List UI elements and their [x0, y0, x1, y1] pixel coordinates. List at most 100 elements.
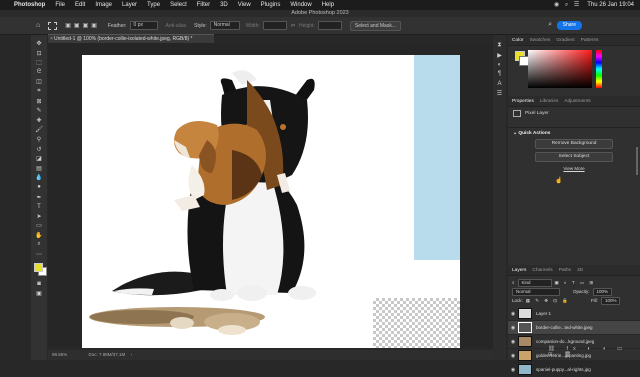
blur-tool-icon[interactable]: 💧	[34, 173, 44, 182]
layer-row[interactable]: ◉ spaniel-puppy...al-rights.jpg	[508, 363, 640, 377]
menu-help[interactable]: Help	[322, 2, 334, 8]
filter-icons[interactable]: ▣ ◐ T ▭ ⊞	[555, 280, 596, 286]
eye-icon[interactable]: ◉	[508, 311, 518, 317]
view-more-link[interactable]: View More	[508, 166, 640, 171]
adjustments-panel-icon[interactable]: ◐	[495, 60, 505, 69]
select-subject-button[interactable]: Select Subject	[535, 152, 613, 162]
search-icon[interactable]: ⌕	[548, 21, 552, 29]
blend-mode-select[interactable]: Normal	[512, 287, 560, 296]
selection-mode-icons[interactable]: ▣▣▣▣	[65, 22, 100, 29]
crop-tool-icon[interactable]: ⌗	[34, 87, 44, 96]
layer-name[interactable]: spaniel-puppy...al-rights.jpg	[536, 367, 591, 372]
properties-scrollbar[interactable]	[636, 147, 638, 175]
layer-name[interactable]: border-collie...ted-white.jpeg	[536, 325, 593, 330]
fill-input[interactable]: 100%	[600, 296, 621, 305]
clone-stamp-tool-icon[interactable]: ⚲	[34, 135, 44, 144]
menu-edit[interactable]: Edit	[75, 2, 85, 8]
healing-tool-icon[interactable]: ✚	[34, 116, 44, 125]
tab-3d[interactable]: 3D	[577, 268, 583, 273]
eraser-tool-icon[interactable]: ◪	[34, 154, 44, 163]
tab-channels[interactable]: Channels	[532, 268, 552, 273]
marquee-tool-icon[interactable]	[48, 21, 58, 30]
home-icon[interactable]: ⌂	[36, 22, 40, 29]
tab-paths[interactable]: Paths	[559, 268, 571, 273]
color-swatches[interactable]	[31, 263, 47, 279]
eyedropper-tool-icon[interactable]: ✎	[34, 106, 44, 115]
share-button[interactable]: Share	[556, 21, 582, 30]
eye-icon[interactable]: ◉	[508, 339, 518, 345]
color-field[interactable]	[528, 50, 592, 88]
layer-name[interactable]: Layer 1	[536, 311, 551, 316]
tab-libraries[interactable]: Libraries	[540, 99, 558, 104]
frame-tool-icon[interactable]: ⊠	[34, 97, 44, 106]
quick-mask-icon[interactable]: ◙	[34, 279, 44, 288]
feather-input[interactable]: 0 px	[129, 21, 158, 30]
style-select[interactable]: Normal	[209, 21, 240, 30]
lock-icons[interactable]: ▦ ✎ ✥ ⊡ 🔒	[526, 298, 570, 304]
remove-background-button[interactable]: Remove Background	[535, 139, 613, 149]
menu-layer[interactable]: Layer	[122, 2, 137, 8]
shape-tool-icon[interactable]: ▭	[34, 221, 44, 230]
layer-thumbnail	[518, 364, 532, 375]
kind-filter-select[interactable]: Kind	[517, 278, 552, 287]
antialias-label[interactable]: Anti-alias	[166, 23, 187, 29]
menu-plugins[interactable]: Plugins	[261, 2, 281, 8]
type-tool-icon[interactable]: T	[34, 202, 44, 211]
foreground-color-swatch[interactable]	[34, 263, 43, 273]
menu-window[interactable]: Window	[290, 2, 311, 8]
menu-3d[interactable]: 3D	[220, 2, 228, 8]
brush-tool-icon[interactable]: 🖌	[34, 125, 44, 134]
history-panel-icon[interactable]: ⧗	[495, 41, 505, 50]
eye-icon[interactable]: ◉	[508, 325, 518, 331]
pen-tool-icon[interactable]: ✒	[34, 193, 44, 202]
tab-layers[interactable]: Layers	[512, 268, 526, 273]
eye-icon[interactable]: ◉	[508, 367, 518, 373]
height-input[interactable]	[317, 21, 342, 30]
menu-image[interactable]: Image	[95, 2, 112, 8]
menu-view[interactable]: View	[238, 2, 251, 8]
layer-row[interactable]: ◉ border-collie...ted-white.jpeg	[508, 321, 640, 335]
zoom-level[interactable]: 99.66%	[52, 352, 67, 357]
marquee-tool-icon[interactable]: ⬚	[34, 58, 44, 67]
tab-adjustments[interactable]: Adjustments	[564, 99, 590, 104]
screen-mode-icon[interactable]: ▣	[34, 289, 44, 298]
hue-slider[interactable]	[596, 50, 602, 88]
tab-gradient[interactable]: Gradient	[556, 38, 574, 43]
layer-name[interactable]: companion-do...kground.jpeg	[536, 339, 594, 344]
move-tool-icon[interactable]: ✥	[34, 39, 44, 48]
doc-info[interactable]: Doc: 7.98M/37.1M	[89, 352, 126, 357]
eye-icon[interactable]: ◉	[508, 353, 518, 359]
tab-properties[interactable]: Properties	[512, 99, 534, 104]
menu-app[interactable]: Photoshop	[14, 2, 45, 8]
libraries-panel-icon[interactable]: ☰	[495, 89, 505, 98]
tab-color[interactable]: Color	[512, 38, 523, 43]
menu-file[interactable]: File	[55, 2, 65, 8]
hand-tool-icon[interactable]: ✋	[34, 231, 44, 240]
lasso-tool-icon[interactable]: ᘓ	[34, 68, 44, 77]
menu-type[interactable]: Type	[147, 2, 160, 8]
layer-row[interactable]: ◉ Layer 1	[508, 307, 640, 321]
chevron-down-icon[interactable]: ⌄	[513, 131, 517, 136]
zoom-tool-icon[interactable]: ⌕	[34, 240, 44, 249]
select-and-mask-button[interactable]: Select and Mask...	[349, 20, 401, 31]
opacity-input[interactable]: 100%	[592, 287, 613, 296]
tab-swatches[interactable]: Swatches	[529, 38, 550, 43]
more-tools-icon[interactable]: ⋯	[34, 250, 44, 259]
actions-panel-icon[interactable]: ▶	[495, 51, 505, 60]
menu-select[interactable]: Select	[170, 2, 187, 8]
object-selection-tool-icon[interactable]: ◫	[34, 77, 44, 86]
path-selection-tool-icon[interactable]: ➤	[34, 212, 44, 221]
tab-patterns[interactable]: Patterns	[581, 38, 599, 43]
menu-filter[interactable]: Filter	[197, 2, 210, 8]
paragraph-panel-icon[interactable]: ¶	[495, 70, 505, 79]
artboard-tool-icon[interactable]: ⊡	[34, 49, 44, 58]
character-panel-icon[interactable]: A	[495, 79, 505, 88]
gradient-tool-icon[interactable]: ▤	[34, 164, 44, 173]
document-canvas[interactable]	[82, 55, 460, 348]
width-input[interactable]	[262, 21, 287, 30]
dodge-tool-icon[interactable]: ●	[34, 183, 44, 192]
swap-icon[interactable]: ⇄	[291, 23, 295, 29]
history-brush-tool-icon[interactable]: ↺	[34, 145, 44, 154]
layers-footer-icons[interactable]: ⛓ fx ◐ ◑ ▭ ⊞ 🗑	[548, 346, 640, 358]
status-arrow-icon[interactable]: ›	[131, 352, 133, 357]
